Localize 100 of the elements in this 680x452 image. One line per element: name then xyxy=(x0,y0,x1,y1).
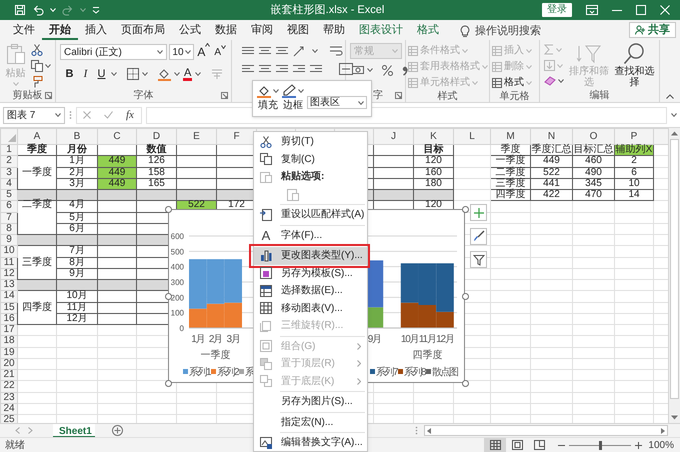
insert-function-button[interactable]: fx xyxy=(126,106,134,124)
resize-handle[interactable] xyxy=(462,380,469,387)
chart-styles-button[interactable] xyxy=(470,228,487,244)
dialog-launcher-icon[interactable] xyxy=(221,92,228,99)
percent-icon[interactable] xyxy=(382,64,393,76)
caret-icon[interactable] xyxy=(312,49,318,53)
decrease-indent-icon[interactable] xyxy=(293,64,305,74)
caret-icon[interactable] xyxy=(142,72,148,76)
bold-button[interactable]: B xyxy=(63,66,76,82)
ribbon-tab[interactable]: 视图 xyxy=(280,22,316,40)
borders-icon[interactable] xyxy=(127,68,139,80)
caret-icon[interactable] xyxy=(298,89,304,93)
font-color-button[interactable]: A xyxy=(183,68,192,81)
scroll-up-icon[interactable] xyxy=(671,131,678,136)
caret-icon[interactable] xyxy=(558,79,564,83)
caret-icon[interactable] xyxy=(273,89,279,93)
slider-thumb[interactable] xyxy=(598,440,602,450)
align-right-icon[interactable] xyxy=(276,64,288,74)
zoom-slider[interactable] xyxy=(569,440,632,450)
menu-item[interactable]: 另存为模板(S)... xyxy=(254,264,367,282)
menu-item[interactable]: 编辑替换文字(A)... xyxy=(254,434,367,452)
customize-icon[interactable] xyxy=(92,6,100,14)
chart-elements-button[interactable] xyxy=(470,204,487,221)
menu-item[interactable]: A 字体(F)... xyxy=(254,226,367,244)
column-header[interactable]: C xyxy=(113,131,121,142)
resize-handle[interactable] xyxy=(462,206,469,213)
accounting-icon[interactable] xyxy=(352,64,364,76)
caret-icon[interactable] xyxy=(174,72,180,76)
close-icon[interactable] xyxy=(660,5,670,15)
zoom-level[interactable]: 100% xyxy=(648,438,674,452)
caret-icon[interactable] xyxy=(45,64,51,68)
caret-icon[interactable] xyxy=(111,72,117,76)
caret-icon[interactable] xyxy=(195,72,202,76)
copy-icon[interactable] xyxy=(31,60,43,72)
dialog-launcher-icon[interactable] xyxy=(45,92,52,99)
resize-handle[interactable] xyxy=(165,206,172,213)
share-button[interactable]: 共享 xyxy=(629,22,676,38)
column-header[interactable]: O xyxy=(590,131,598,142)
horizontal-scrollbar[interactable] xyxy=(424,425,668,436)
caret-icon[interactable] xyxy=(157,50,164,54)
sheet-tab[interactable]: Sheet1 xyxy=(53,424,95,438)
scrollbar-thumb[interactable] xyxy=(670,139,679,399)
chart-filters-button[interactable] xyxy=(470,251,487,268)
align-top-icon[interactable] xyxy=(242,46,254,56)
italic-button[interactable]: I xyxy=(79,66,92,82)
ribbon-tab[interactable]: 数据 xyxy=(208,22,244,40)
add-sheet-icon[interactable] xyxy=(112,425,123,436)
caret-icon[interactable] xyxy=(671,113,677,117)
name-box[interactable]: 图表 7 xyxy=(3,106,65,124)
ribbon-tab[interactable]: 格式 xyxy=(410,22,446,40)
column-header[interactable]: J xyxy=(391,131,396,142)
align-middle-icon[interactable] xyxy=(259,46,271,56)
merge-cells-icon[interactable] xyxy=(339,63,353,75)
format-painter-icon[interactable] xyxy=(31,76,43,88)
undo-icon[interactable] xyxy=(32,4,44,16)
underline-button[interactable]: U xyxy=(95,66,108,82)
scroll-right-icon[interactable] xyxy=(661,428,665,434)
resize-handle[interactable] xyxy=(462,293,469,300)
ribbon-tab[interactable]: 文件 xyxy=(6,22,42,40)
column-header[interactable]: A xyxy=(34,131,40,142)
maximize-icon[interactable] xyxy=(636,5,646,15)
caret-icon[interactable] xyxy=(185,50,192,54)
caret-icon[interactable] xyxy=(367,68,373,72)
ribbon-display-icon[interactable] xyxy=(586,5,598,15)
ribbon-tab[interactable]: 审阅 xyxy=(244,22,280,40)
chart-element-dropdown[interactable]: 图表区 xyxy=(307,96,367,109)
font-size-field[interactable]: 10 xyxy=(169,44,194,60)
ribbon-tab[interactable]: 帮助 xyxy=(316,22,352,40)
caret-icon[interactable] xyxy=(358,100,364,104)
column-header[interactable]: K xyxy=(430,131,437,142)
column-header[interactable]: M xyxy=(506,131,515,142)
font-name-field[interactable]: Calibri (正文) xyxy=(60,44,168,60)
align-left-icon[interactable] xyxy=(242,64,254,74)
ribbon-tab[interactable]: 公式 xyxy=(172,22,208,40)
outline-button[interactable]: 边框 xyxy=(282,84,304,111)
view-button[interactable] xyxy=(484,438,506,452)
tell-me-search[interactable]: 操作说明搜索 xyxy=(475,22,541,40)
cells-menu-button[interactable]: 格式 xyxy=(492,75,532,90)
column-header[interactable]: B xyxy=(74,131,80,142)
resize-handle[interactable] xyxy=(165,293,172,300)
wrap-text-icon[interactable] xyxy=(330,45,344,57)
eraser-icon[interactable] xyxy=(544,76,556,86)
align-center-icon[interactable] xyxy=(259,64,271,74)
shrink-font-button[interactable]: A xyxy=(213,44,227,60)
grow-font-button[interactable]: A xyxy=(196,43,212,61)
ribbon-tab[interactable]: 图表设计 xyxy=(352,22,410,40)
menu-item[interactable]: 剪切(T) xyxy=(254,133,367,150)
column-header[interactable]: N xyxy=(548,131,556,142)
dialog-launcher-icon[interactable] xyxy=(395,92,402,99)
menu-item[interactable]: 复制(C) xyxy=(254,150,367,168)
caret-icon[interactable] xyxy=(55,113,61,117)
menu-item[interactable]: 指定宏(N)... xyxy=(254,414,367,431)
column-header[interactable]: D xyxy=(152,131,160,142)
scroll-down-icon[interactable] xyxy=(671,415,678,420)
drag-handle-icon[interactable] xyxy=(415,426,418,435)
save-icon[interactable] xyxy=(14,4,26,16)
find-select-button[interactable]: 查找和选择 xyxy=(614,43,655,89)
scissors-icon[interactable] xyxy=(31,44,43,56)
menu-item[interactable]: 重设以匹配样式(A) xyxy=(254,206,367,224)
align-bottom-icon[interactable] xyxy=(276,46,288,56)
